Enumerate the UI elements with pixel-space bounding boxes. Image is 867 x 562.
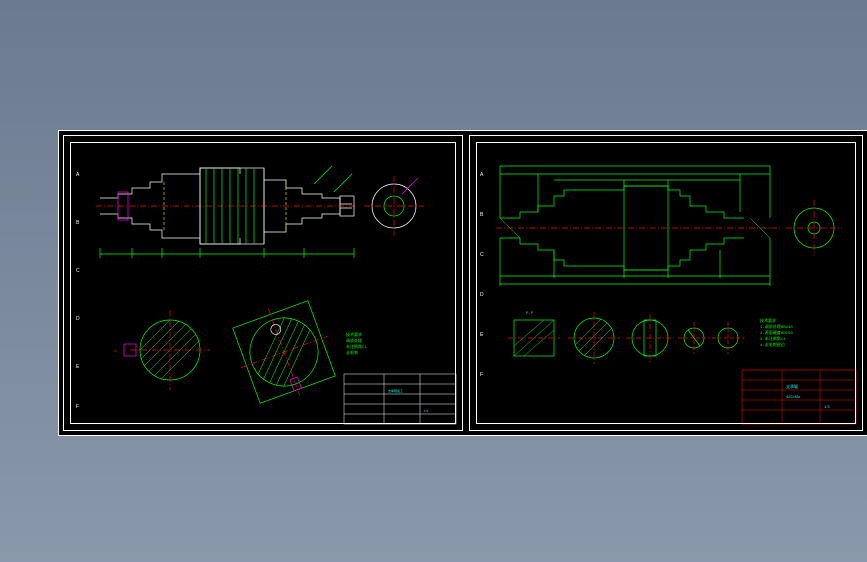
sheet-border-right (476, 142, 856, 424)
drawing-sheet-right: A B C D E F (469, 135, 863, 431)
sheet-border-left (70, 142, 456, 424)
cad-model-space[interactable]: A B C D E F (58, 130, 867, 436)
drawing-sheet-left: A B C D E F (63, 135, 463, 431)
